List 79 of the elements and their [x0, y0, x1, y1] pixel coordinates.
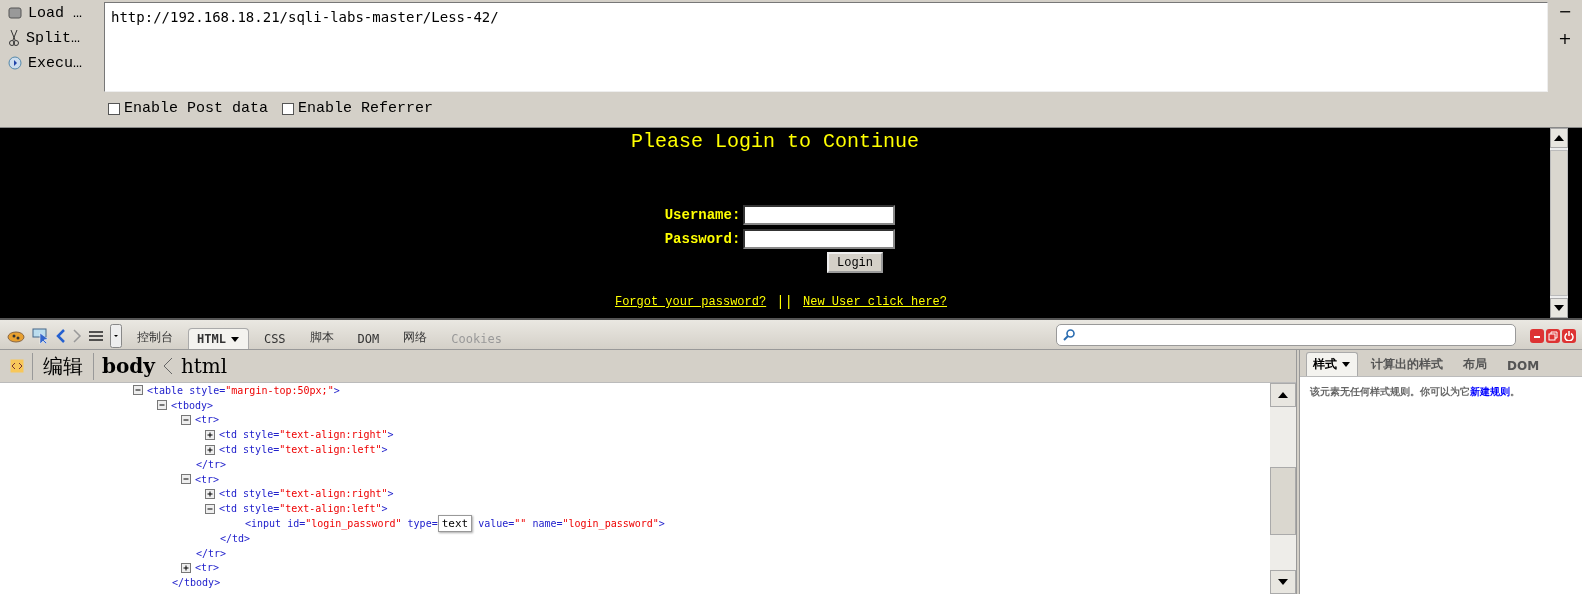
scroll-down-icon[interactable] — [1554, 305, 1564, 311]
bug-icon[interactable] — [6, 328, 26, 344]
collapse-icon[interactable] — [181, 415, 191, 425]
element-markup[interactable]: <tr> — [195, 562, 220, 574]
power-icon — [1564, 331, 1574, 341]
breadcrumb-item[interactable]: html — [180, 354, 228, 378]
panel-tab[interactable]: 网络 — [394, 325, 437, 349]
side-tab[interactable]: 样式 — [1306, 352, 1358, 376]
field-label: Username: — [664, 207, 741, 223]
side-tab[interactable]: DOM — [1500, 355, 1547, 376]
collapse-icon[interactable] — [181, 474, 191, 485]
element-markup[interactable]: <td style="text-align:right"> — [219, 488, 394, 500]
option-checkbox[interactable]: Enable Post data — [108, 100, 269, 117]
url-field[interactable]: http://192.168.18.21/sqli-labs-master/Less-42/ — [104, 2, 1548, 92]
element-markup[interactable]: <tr> — [195, 473, 220, 485]
inspect-icon[interactable] — [32, 327, 50, 345]
expand-icon[interactable] — [205, 444, 215, 455]
caret-icon — [229, 335, 240, 343]
link-separator: || — [776, 294, 793, 310]
breadcrumb-item[interactable]: body — [102, 354, 155, 378]
code-icon[interactable] — [10, 359, 24, 373]
panel-tab[interactable]: 脚本 — [300, 325, 343, 349]
search-icon — [1063, 329, 1075, 341]
expand-icon[interactable] — [205, 488, 215, 499]
link[interactable]: New User click here? — [803, 295, 948, 309]
element-markup[interactable]: <tbody> — [171, 399, 214, 411]
scroll-down-icon[interactable] — [1278, 579, 1288, 585]
link[interactable]: Forgot your password? — [614, 295, 767, 309]
scroll-up-icon[interactable] — [1554, 135, 1564, 141]
element-markup[interactable]: <input id="login_password" type= text value="" name="login_password"> — [245, 517, 665, 531]
panel-tab[interactable]: 控制台 — [128, 325, 182, 349]
element-markup[interactable]: <table style="margin-top:50px;"> — [147, 384, 340, 396]
closing-tag: </td> — [220, 532, 251, 544]
search-field[interactable] — [1056, 324, 1516, 346]
style-message: 该元素无任何样式规则。你可以为它新建规则。 — [1310, 385, 1521, 399]
play-icon — [8, 56, 22, 70]
option-checkbox[interactable]: Enable Referrer — [282, 100, 434, 117]
element-markup[interactable]: <td style="text-align:right"> — [219, 429, 394, 441]
collapse-icon[interactable] — [157, 400, 167, 411]
element-markup[interactable]: <td style="text-align:left"> — [219, 503, 388, 515]
dropdown-icon[interactable] — [110, 324, 122, 348]
menu-item[interactable]: Execu… — [0, 52, 104, 74]
element-markup[interactable]: <tr> — [195, 414, 220, 426]
element-markup[interactable]: <td style="text-align:left"> — [219, 444, 388, 456]
restore-icon — [1548, 331, 1558, 341]
text-field[interactable] — [743, 205, 896, 225]
scrollbar[interactable] — [1550, 128, 1568, 318]
collapse-icon[interactable] — [205, 503, 215, 514]
text-field[interactable] — [743, 229, 896, 249]
back-icon[interactable] — [56, 329, 66, 343]
restore-button[interactable] — [1546, 329, 1560, 343]
menu-item[interactable]: Load … — [0, 2, 104, 24]
minimize-button[interactable] — [1530, 329, 1544, 343]
closing-tag: </tr> — [196, 458, 227, 470]
login-button[interactable]: Login — [827, 252, 883, 273]
zoom-button[interactable]: + — [1558, 29, 1572, 48]
scissors-icon — [8, 30, 20, 46]
panel-tab[interactable]: HTML — [188, 328, 249, 349]
side-tab[interactable]: 计算出的样式 — [1364, 352, 1450, 376]
edit-button[interactable]: 编辑 — [32, 352, 94, 380]
expand-icon[interactable] — [181, 562, 191, 573]
closing-tag: </tr> — [196, 547, 227, 559]
menu-icon[interactable] — [88, 330, 104, 342]
field-label: Password: — [664, 231, 741, 247]
menu-item[interactable]: Split… — [0, 27, 104, 49]
expand-icon[interactable] — [205, 429, 215, 440]
scrollbar[interactable] — [1270, 383, 1296, 594]
chevron-icon — [162, 357, 173, 375]
closing-tag: </tbody> — [172, 577, 221, 589]
collapse-icon[interactable] — [133, 385, 143, 396]
side-tab[interactable]: 布局 — [1456, 352, 1494, 376]
tooltip: text — [437, 515, 473, 533]
close-button[interactable] — [1562, 329, 1576, 343]
zoom-button[interactable]: − — [1558, 2, 1572, 21]
new-rule-link[interactable]: 新建规则 — [1470, 386, 1510, 397]
panel-tab[interactable]: DOM — [348, 328, 389, 349]
page-title: Please Login to Continue — [630, 130, 919, 153]
panel-tab[interactable]: CSS — [254, 328, 295, 349]
scroll-up-icon[interactable] — [1278, 392, 1288, 398]
